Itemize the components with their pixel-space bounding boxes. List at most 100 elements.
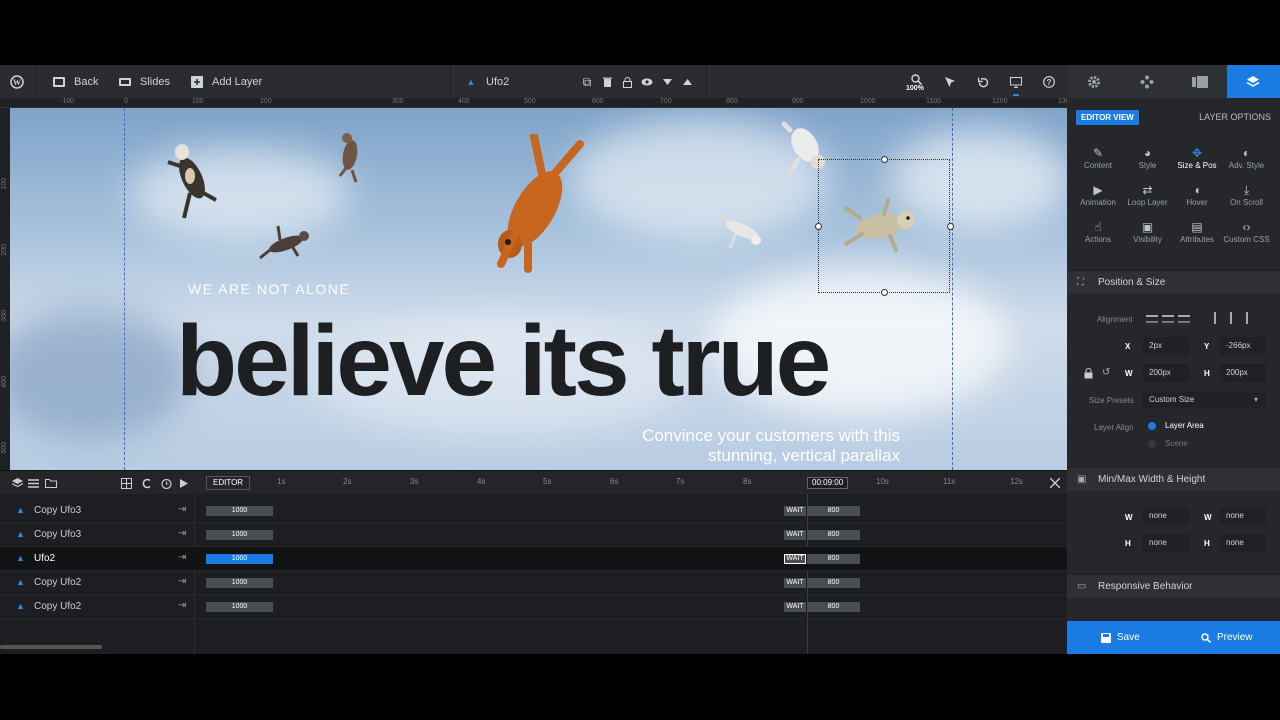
chevron-down-icon[interactable] <box>658 73 676 91</box>
layer-name[interactable]: Copy Ufo3 <box>34 529 81 540</box>
horizontal-scrollbar[interactable] <box>0 645 102 649</box>
in-animation-bar[interactable]: 1000 <box>206 554 273 564</box>
resize-handle-left[interactable] <box>815 223 822 230</box>
lock-icon[interactable] <box>618 73 636 91</box>
wait-marker[interactable]: WAIT <box>784 506 806 516</box>
option-content-button[interactable]: ✎ Content <box>1073 145 1123 181</box>
back-button[interactable]: Back <box>52 65 98 98</box>
flying-cat-image[interactable] <box>256 218 316 266</box>
slides-button[interactable]: Slides <box>118 65 170 98</box>
resize-handle-bottom[interactable] <box>881 289 888 296</box>
flying-white-cat-image[interactable] <box>714 208 769 256</box>
timer-icon[interactable] <box>159 476 173 490</box>
in-animation-bar[interactable]: 1000 <box>206 578 273 588</box>
option-size-pos-button[interactable]: ✥ Size & Pos <box>1172 145 1222 181</box>
align-bottom-icon[interactable] <box>1246 312 1254 324</box>
collapse-arrow-icon[interactable]: ⇥ <box>178 552 186 563</box>
size-presets-select[interactable]: Custom Size ▾ <box>1143 391 1266 409</box>
resize-handle-top[interactable] <box>881 156 888 163</box>
out-animation-bar[interactable]: 800 <box>807 554 860 564</box>
option-attributes-button[interactable]: ▤ Attributes <box>1172 219 1222 255</box>
current-time[interactable]: 00:09:00 <box>807 477 849 489</box>
in-animation-bar[interactable]: 1000 <box>206 602 273 612</box>
out-animation-bar[interactable]: 800 <box>807 602 860 612</box>
align-left-icon[interactable] <box>1146 315 1158 323</box>
minmax-header[interactable]: ▣ Min/Max Width & Height <box>1067 467 1280 491</box>
timeline-row[interactable]: ▲ Copy Ufo3 ⇥ 1000 WAIT 800 <box>0 523 1067 547</box>
help-icon[interactable]: ? <box>1040 73 1058 91</box>
wait-marker[interactable]: WAIT <box>784 602 806 612</box>
collapse-arrow-icon[interactable]: ⇥ <box>178 528 186 539</box>
magnet-icon[interactable] <box>139 476 153 490</box>
align-center-icon[interactable] <box>1162 315 1174 323</box>
flying-golden-retriever-image[interactable] <box>480 132 595 277</box>
collapse-arrow-icon[interactable]: ⇥ <box>178 576 186 587</box>
option-actions-button[interactable]: ☝ Actions <box>1073 219 1123 255</box>
width-input[interactable]: 200px <box>1143 364 1189 382</box>
editor-tag[interactable]: EDITOR <box>206 476 251 490</box>
add-layer-button[interactable]: Add Layer <box>190 65 262 98</box>
timeline-row[interactable]: ▲ Copy Ufo2 ⇥ 1000 WAIT 800 <box>0 571 1067 595</box>
settings-tab[interactable] <box>1067 65 1120 98</box>
select-cursor-icon[interactable] <box>941 73 959 91</box>
align-right-icon[interactable] <box>1178 315 1190 323</box>
duplicate-icon[interactable]: ⧉ <box>578 73 596 91</box>
position-size-header[interactable]: ⛶ Position & Size <box>1067 270 1280 294</box>
wait-marker[interactable]: WAIT <box>784 554 806 564</box>
preview-button[interactable]: Preview <box>1174 621 1280 654</box>
flying-kitten-image[interactable] <box>332 130 367 188</box>
eye-icon[interactable] <box>638 73 656 91</box>
option-adv-style-button[interactable]: ◐ Adv. Style <box>1222 145 1272 181</box>
collapse-arrow-icon[interactable]: ⇥ <box>178 504 186 515</box>
layers-icon[interactable] <box>10 476 24 490</box>
selected-layer-box[interactable] <box>815 156 954 296</box>
layer-name[interactable]: Ufo2 <box>34 553 55 564</box>
layer-name[interactable]: Copy Ufo3 <box>34 505 81 516</box>
max-width-input[interactable]: none <box>1220 507 1266 525</box>
align-middle-icon[interactable] <box>1230 312 1238 324</box>
option-hover-button[interactable]: ◖ Hover <box>1172 182 1222 218</box>
save-button[interactable]: Save <box>1067 621 1174 654</box>
option-style-button[interactable]: ◕ Style <box>1123 145 1173 181</box>
subtext[interactable]: Convince your customers with this stunni… <box>570 426 900 466</box>
in-animation-bar[interactable]: 1000 <box>206 506 273 516</box>
close-icon[interactable] <box>1048 476 1062 490</box>
align-top-icon[interactable] <box>1214 312 1222 324</box>
wait-marker[interactable]: WAIT <box>784 530 806 540</box>
current-layer-name[interactable]: ▲ Ufo2 <box>464 65 510 98</box>
list-icon[interactable] <box>26 476 40 490</box>
x-position-input[interactable]: 2px <box>1143 337 1189 355</box>
option-visibility-button[interactable]: ▣ Visibility <box>1123 219 1173 255</box>
out-animation-bar[interactable]: 800 <box>807 578 860 588</box>
lock-ratio-icon[interactable] <box>1084 368 1093 382</box>
navigation-tab[interactable] <box>1120 65 1173 98</box>
slides-tab[interactable] <box>1174 65 1227 98</box>
headline-text[interactable]: believe its true <box>176 304 831 419</box>
desktop-view-icon[interactable] <box>1007 73 1025 91</box>
option-animation-button[interactable]: ▶ Animation <box>1073 182 1123 218</box>
delete-icon[interactable] <box>598 73 616 91</box>
resize-handle-right[interactable] <box>947 223 954 230</box>
undo-icon[interactable] <box>974 73 992 91</box>
out-animation-bar[interactable]: 800 <box>807 530 860 540</box>
timeline-row[interactable]: ▲ Copy Ufo3 ⇥ 1000 WAIT 800 <box>0 499 1067 523</box>
flying-dog-image[interactable] <box>160 138 230 226</box>
wordpress-logo-button[interactable]: W <box>10 65 24 98</box>
option-loop-layer-button[interactable]: ⇄ Loop Layer <box>1123 182 1173 218</box>
collapse-arrow-icon[interactable]: ⇥ <box>178 600 186 611</box>
play-icon[interactable] <box>177 476 191 490</box>
y-position-input[interactable]: -266px <box>1220 337 1266 355</box>
slide-canvas[interactable]: WE ARE NOT ALONE believe its true Convin… <box>10 108 1067 470</box>
chevron-up-icon[interactable] <box>678 73 696 91</box>
editor-view-badge[interactable]: EDITOR VIEW <box>1076 110 1139 125</box>
option-custom-css-button[interactable]: ‹› Custom CSS <box>1222 219 1272 255</box>
wait-marker[interactable]: WAIT <box>784 578 806 588</box>
out-animation-bar[interactable]: 800 <box>807 506 860 516</box>
option-on-scroll-button[interactable]: ⤓ On Scroll <box>1222 182 1272 218</box>
layer-area-radio[interactable] <box>1148 422 1156 430</box>
layer-name[interactable]: Copy Ufo2 <box>34 601 81 612</box>
layer-name[interactable]: Copy Ufo2 <box>34 577 81 588</box>
timeline-row-selected[interactable]: ▲ Ufo2 ⇥ 1000 WAIT 800 <box>0 547 1067 571</box>
scene-radio[interactable] <box>1148 440 1156 448</box>
min-height-input[interactable]: none <box>1143 534 1189 552</box>
